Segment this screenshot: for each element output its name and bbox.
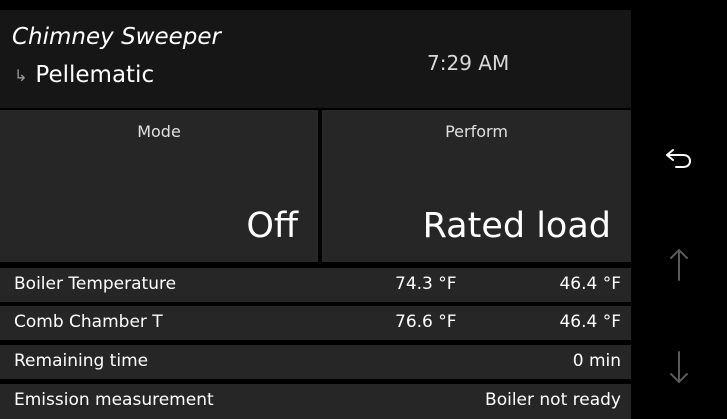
row-label: Comb Chamber T — [14, 312, 163, 332]
row-remaining-time: Remaining time 0 min — [0, 345, 631, 379]
perform-tile[interactable]: Perform Rated load — [322, 110, 631, 262]
row-label: Boiler Temperature — [14, 274, 177, 294]
perform-value: Rated load — [422, 206, 611, 246]
breadcrumb: ↳ Pellematic — [14, 62, 154, 88]
arrow-up-icon — [670, 249, 688, 281]
row-emission-measurement: Emission measurement Boiler not ready — [0, 384, 631, 419]
scroll-down-button[interactable] — [631, 350, 727, 388]
side-nav — [631, 10, 727, 419]
mode-label: Mode — [137, 122, 181, 141]
row-boiler-temperature: Boiler Temperature 74.3 °F 46.4 °F — [0, 268, 631, 302]
row-label: Emission measurement — [14, 390, 214, 410]
emission-status-value: Boiler not ready — [485, 390, 621, 410]
clock: 7:29 AM — [427, 51, 510, 75]
breadcrumb-label: Pellematic — [35, 62, 155, 88]
mode-value: Off — [246, 206, 298, 246]
mode-tile[interactable]: Mode Off — [0, 110, 318, 262]
chimney-sweeper-screen: Chimney Sweeper ↳ Pellematic 7:29 AM Mod… — [0, 0, 727, 419]
target-value: 46.4 °F — [559, 312, 621, 332]
arrow-down-icon — [670, 351, 688, 383]
row-comb-chamber-temperature: Comb Chamber T 76.6 °F 46.4 °F — [0, 306, 631, 340]
remaining-time-value: 0 min — [572, 351, 621, 371]
row-label: Remaining time — [14, 351, 149, 371]
header-bar: Chimney Sweeper ↳ Pellematic 7:29 AM — [0, 10, 631, 108]
subdirectory-arrow-icon: ↳ — [14, 65, 28, 85]
back-button[interactable] — [631, 144, 727, 176]
page-title: Chimney Sweeper — [12, 24, 221, 50]
back-arrow-icon — [666, 149, 692, 168]
scroll-up-button[interactable] — [631, 248, 727, 286]
target-value: 46.4 °F — [559, 274, 621, 294]
actual-value: 76.6 °F — [395, 312, 457, 332]
perform-label: Perform — [445, 122, 508, 141]
actual-value: 74.3 °F — [395, 274, 457, 294]
